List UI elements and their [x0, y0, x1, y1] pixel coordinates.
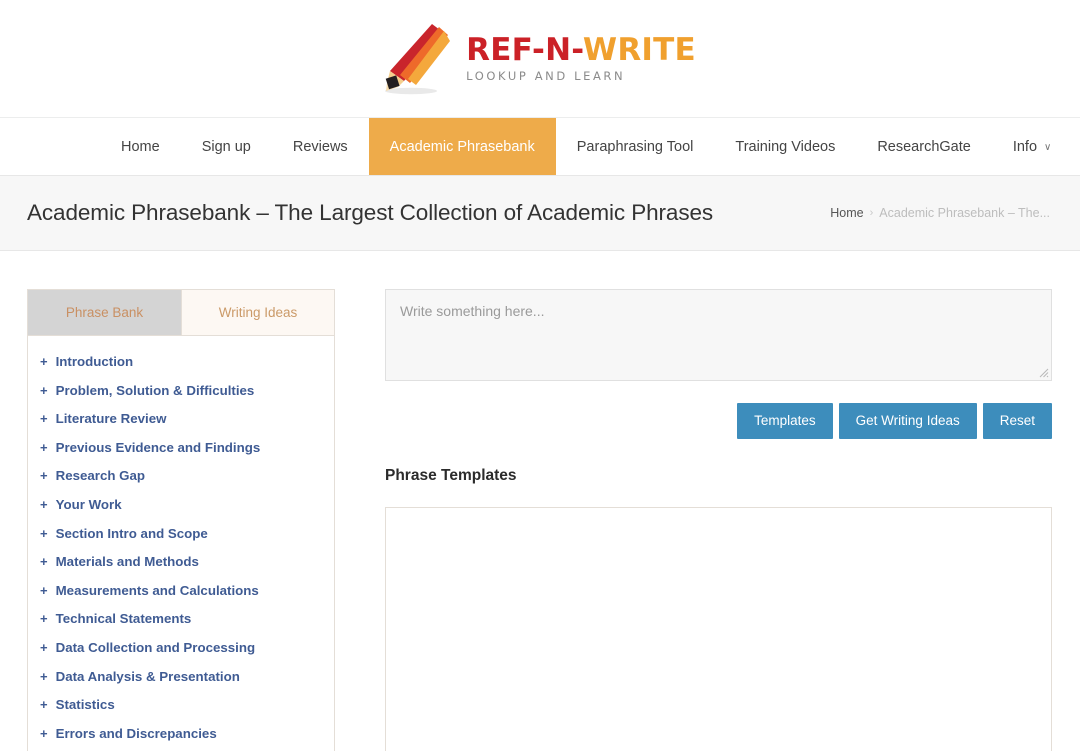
sidebar-item-label: Materials and Methods: [55, 554, 199, 570]
expand-plus-icon: +: [40, 611, 48, 627]
pencil-icon: [385, 23, 451, 94]
sidebar-item-label: Introduction: [55, 354, 134, 369]
breadcrumb: Home › Academic Phrasebank – The...: [830, 206, 1050, 220]
site-header: REF-N-WRITE LOOKUP AND LEARN: [0, 0, 1080, 118]
sidebar-item-measurements-and-calculations[interactable]: + Measurements and Calculations: [28, 577, 334, 606]
expand-plus-icon: +: [40, 697, 48, 713]
nav-label: Sign up: [201, 138, 251, 155]
nav-item-sign-up[interactable]: Sign up: [181, 118, 272, 175]
breadcrumb-current: Academic Phrasebank – The...: [879, 206, 1050, 220]
expand-plus-icon: +: [40, 468, 48, 484]
editor-wrapper: [385, 289, 1052, 381]
nav-item-training-videos[interactable]: Training Videos: [714, 118, 856, 175]
phrase-templates-panel[interactable]: [385, 506, 1052, 751]
sidebar-item-label: Data Collection and Processing: [55, 640, 256, 656]
sidebar-item-label: Technical Statements: [55, 611, 192, 627]
nav-item-researchgate[interactable]: ResearchGate: [856, 118, 992, 175]
nav-item-info[interactable]: Info ∨: [992, 118, 1073, 175]
tab-label: Phrase Bank: [65, 305, 144, 320]
nav-item-home[interactable]: Home: [100, 118, 181, 175]
sidebar-item-data-analysis-presentation[interactable]: + Data Analysis & Presentation: [28, 663, 334, 692]
sidebar-item-label: Data Analysis & Presentation: [55, 668, 240, 684]
logo-text: REF-N-WRITE LOOKUP AND LEARN: [466, 31, 696, 83]
main-panel: Templates Get Writing Ideas Reset Phrase…: [335, 289, 1052, 751]
sidebar-item-previous-evidence-and-findings[interactable]: + Previous Evidence and Findings: [28, 434, 334, 463]
page-title-band: Academic Phrasebank – The Largest Collec…: [0, 176, 1080, 251]
logo-tagline: LOOKUP AND LEARN: [466, 68, 626, 83]
logo-wordmark: REF-N-WRITE: [466, 31, 696, 68]
sidebar-item-data-collection-and-processing[interactable]: + Data Collection and Processing: [28, 634, 334, 663]
nav-label: Reviews: [292, 138, 348, 155]
expand-plus-icon: +: [40, 554, 48, 570]
tab-label: Writing Ideas: [218, 305, 298, 320]
expand-plus-icon: +: [40, 582, 48, 598]
expand-plus-icon: +: [40, 439, 48, 455]
page-title: Academic Phrasebank – The Largest Collec…: [27, 200, 714, 225]
sidebar-item-your-work[interactable]: + Your Work: [28, 491, 334, 520]
nav-item-reviews[interactable]: Reviews: [272, 118, 369, 175]
sidebar-item-problem-solution-difficulties[interactable]: + Problem, Solution & Difficulties: [28, 377, 334, 406]
expand-plus-icon: +: [40, 668, 48, 684]
sidebar-tabs[interactable]: Phrase Bank Writing Ideas: [28, 290, 334, 336]
expand-plus-icon: +: [40, 725, 48, 741]
write-input[interactable]: [385, 289, 1052, 381]
page-content: Phrase Bank Writing Ideas + Introduction …: [0, 251, 1080, 751]
sidebar-item-label: Problem, Solution & Difficulties: [55, 382, 255, 398]
nav-label: ResearchGate: [877, 138, 971, 155]
nav-label: Info: [1012, 138, 1038, 155]
expand-plus-icon: +: [40, 525, 48, 541]
expand-plus-icon: +: [40, 382, 48, 398]
action-button-row: Templates Get Writing Ideas Reset: [385, 403, 1052, 439]
sidebar-item-materials-and-methods[interactable]: + Materials and Methods: [28, 548, 334, 577]
sidebar-item-errors-and-discrepancies[interactable]: + Errors and Discrepancies: [28, 720, 334, 749]
site-logo[interactable]: REF-N-WRITE LOOKUP AND LEARN: [378, 21, 696, 97]
main-navigation[interactable]: Home Sign up Reviews Academic Phrasebank…: [0, 118, 1080, 176]
phrase-templates-heading: Phrase Templates: [385, 466, 517, 484]
sidebar-item-label: Research Gap: [55, 468, 146, 484]
sidebar-item-introduction[interactable]: + Introduction: [28, 348, 334, 377]
sidebar-item-label: Section Intro and Scope: [55, 525, 208, 541]
reset-button[interactable]: Reset: [982, 403, 1052, 439]
get-writing-ideas-button[interactable]: Get Writing Ideas: [838, 403, 977, 439]
sidebar-item-section-intro-and-scope[interactable]: + Section Intro and Scope: [28, 520, 334, 549]
sidebar-item-label: Literature Review: [55, 411, 167, 427]
sidebar-item-label: Previous Evidence and Findings: [55, 439, 261, 455]
nav-label: Paraphrasing Tool: [576, 138, 694, 155]
nav-label: Academic Phrasebank: [389, 138, 535, 155]
phrase-category-list: + Introduction + Problem, Solution & Diffi…: [28, 336, 334, 751]
logo-word-part1: REF-N-: [466, 31, 583, 68]
sidebar-item-literature-review[interactable]: + Literature Review: [28, 405, 334, 434]
templates-button[interactable]: Templates: [737, 403, 833, 439]
tab-writing-ideas[interactable]: Writing Ideas: [181, 290, 334, 335]
breadcrumb-separator-icon: ›: [869, 207, 874, 219]
tab-phrase-bank[interactable]: Phrase Bank: [28, 290, 181, 335]
sidebar-item-label: Measurements and Calculations: [55, 582, 259, 598]
nav-item-paraphrasing-tool[interactable]: Paraphrasing Tool: [556, 118, 715, 175]
phrase-sidebar: Phrase Bank Writing Ideas + Introduction …: [27, 289, 335, 751]
sidebar-item-label: Your Work: [55, 497, 122, 513]
logo-word-part2: WRITE: [582, 31, 696, 68]
expand-plus-icon: +: [40, 497, 48, 513]
sidebar-item-label: Errors and Discrepancies: [55, 725, 217, 741]
nav-item-academic-phrasebank[interactable]: Academic Phrasebank: [368, 118, 556, 175]
nav-label: Home: [121, 138, 160, 155]
expand-plus-icon: +: [40, 411, 48, 427]
sidebar-item-statistics[interactable]: + Statistics: [28, 691, 334, 720]
nav-label: Training Videos: [735, 138, 836, 155]
sidebar-item-research-gap[interactable]: + Research Gap: [28, 462, 334, 491]
sidebar-item-label: Statistics: [55, 697, 115, 713]
breadcrumb-home-link[interactable]: Home: [830, 206, 863, 220]
sidebar-item-technical-statements[interactable]: + Technical Statements: [28, 605, 334, 634]
chevron-down-icon: ∨: [1044, 142, 1052, 153]
expand-plus-icon: +: [40, 640, 48, 656]
expand-plus-icon: +: [40, 354, 48, 369]
